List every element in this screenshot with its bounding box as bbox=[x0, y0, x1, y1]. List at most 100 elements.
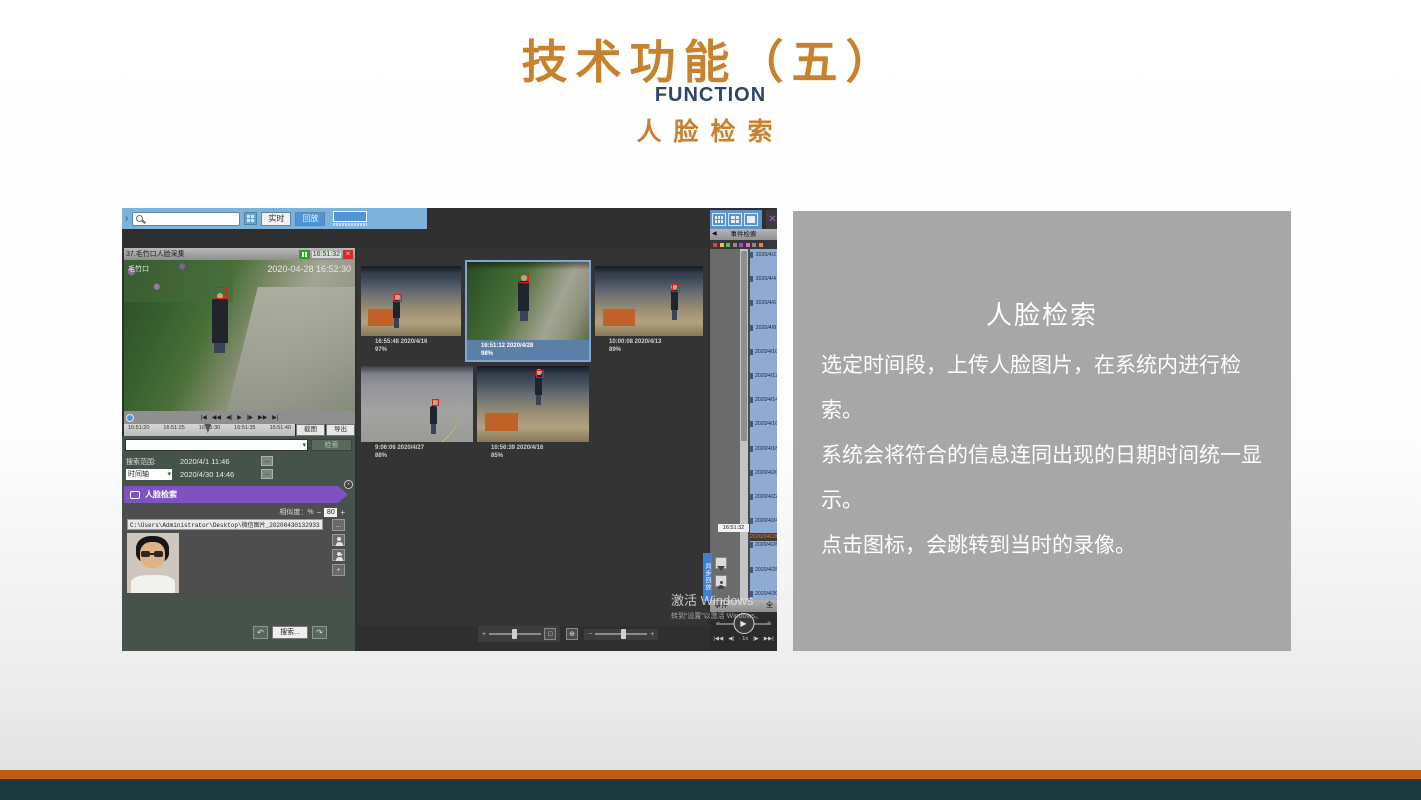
event-dot-green[interactable] bbox=[726, 243, 730, 247]
undo-button[interactable]: ↶ bbox=[253, 626, 268, 639]
player-last-button[interactable]: ▶▶| bbox=[764, 636, 774, 642]
transport-step-back-button[interactable]: ◀| bbox=[226, 414, 232, 421]
player-speed-label[interactable]: · 1x bbox=[739, 636, 748, 642]
slide-subtitle: FUNCTION bbox=[0, 84, 1421, 107]
start-date-picker-button[interactable]: ... bbox=[261, 456, 273, 466]
search-panel: 检索 搜索范围: 时间轴 2020/4/1 11:46 ... 2020/4/3… bbox=[122, 436, 355, 651]
live-mode-button[interactable]: 实时 bbox=[261, 212, 291, 226]
transport-step-forward-button[interactable]: |▶ bbox=[247, 414, 253, 421]
close-icon[interactable]: × bbox=[343, 250, 353, 259]
zoom-out-label[interactable]: + bbox=[482, 631, 486, 638]
event-tab[interactable]: 事件 bbox=[714, 600, 728, 612]
timeline-ruler[interactable]: 16:51:20 16:51:25 16:51:30 16:51:35 16:5… bbox=[124, 424, 295, 436]
timeline-zoom-slider[interactable] bbox=[595, 633, 647, 635]
thumbnail-size-slider[interactable] bbox=[489, 633, 541, 635]
tools-close-icon[interactable]: ✕ bbox=[766, 210, 777, 229]
event-dot-yellow[interactable] bbox=[720, 243, 724, 247]
layout-grid-button[interactable] bbox=[244, 212, 257, 225]
result-thumbnail[interactable]: 16:55:48 2020/4/16 97% bbox=[361, 266, 461, 356]
transport-rewind-button[interactable]: ◀◀ bbox=[212, 414, 221, 421]
event-dot-orange[interactable] bbox=[759, 243, 763, 247]
timeline-zoom-in-label[interactable]: + bbox=[650, 631, 654, 638]
start-datetime-value[interactable]: 2020/4/1 11:46 bbox=[180, 457, 258, 466]
face-search-person-button[interactable] bbox=[332, 534, 345, 546]
tick-label: 16:51:35 bbox=[234, 425, 255, 436]
tick-label: 16:51:25 bbox=[163, 425, 184, 436]
grid-9-view-icon[interactable] bbox=[712, 213, 726, 226]
description-panel: 人脸检索 选定时间段，上传人脸图片，在系统内进行检索。 系统会将符合的信息连同出… bbox=[793, 211, 1291, 651]
event-dot-red[interactable] bbox=[713, 243, 717, 247]
event-type-legend bbox=[710, 240, 777, 249]
speed-minus-mark: − bbox=[716, 620, 720, 627]
result-time: 16:51:12 2020/4/28 bbox=[481, 342, 589, 350]
clock-icon bbox=[126, 414, 134, 422]
banner-close-icon[interactable]: × bbox=[344, 480, 353, 489]
collapse-icon[interactable]: ◀ bbox=[712, 229, 717, 240]
camera-thumbnail-tile[interactable] bbox=[333, 211, 367, 226]
filter-button[interactable] bbox=[715, 557, 727, 569]
playback-mode-button[interactable]: 回放 bbox=[295, 212, 325, 226]
person-filter-button[interactable] bbox=[715, 575, 727, 587]
end-datetime-value[interactable]: 2020/4/30 14:46 bbox=[180, 470, 258, 479]
sync-playback-tab[interactable]: 同步回放 bbox=[703, 553, 712, 601]
player-step-forward-button[interactable]: |▶ bbox=[753, 636, 759, 642]
fit-button[interactable]: □ bbox=[544, 628, 556, 640]
result-thumbnail-selected[interactable]: 16:51:12 2020/4/28 98% bbox=[465, 260, 591, 362]
video-frame[interactable]: 毛竹口 2020-04-28 16:52:30 bbox=[124, 260, 355, 411]
similarity-decrease-button[interactable]: − bbox=[317, 508, 322, 517]
date-label: 2020/4/4 bbox=[750, 276, 776, 282]
result-thumbnail[interactable]: 10:00:08 2020/4/13 89% bbox=[595, 266, 703, 356]
face-image-path-input[interactable] bbox=[127, 519, 323, 530]
redo-button[interactable]: ↷ bbox=[312, 626, 327, 639]
transport-play-button[interactable]: ▶ bbox=[237, 414, 242, 421]
snapshot-button[interactable]: 截图 bbox=[296, 424, 325, 436]
scrollbar-thumb[interactable] bbox=[741, 251, 747, 441]
timeline-mode-dropdown[interactable]: 时间轴 bbox=[126, 469, 172, 480]
similarity-increase-button[interactable]: + bbox=[340, 508, 345, 517]
player-step-back-button[interactable]: ◀| bbox=[728, 636, 734, 642]
description-line-1: 选定时间段，上传人脸图片，在系统内进行检索。 bbox=[821, 343, 1267, 433]
grid-4-view-icon[interactable] bbox=[728, 213, 742, 226]
result-thumbnail[interactable]: 9:06:06 2020/4/27 88% bbox=[361, 366, 473, 462]
single-view-icon[interactable] bbox=[744, 213, 758, 226]
search-go-button[interactable]: 检索 bbox=[311, 439, 352, 451]
play-button[interactable]: ▶ bbox=[733, 613, 754, 634]
end-date-picker-button[interactable]: ... bbox=[261, 469, 273, 479]
date-label: 2020/4/10 bbox=[750, 349, 776, 355]
timeline-marker-date: 2020/04/28 bbox=[750, 533, 777, 541]
video-current-time: 16:51:32 bbox=[312, 251, 341, 258]
export-button[interactable]: 导出 bbox=[326, 424, 355, 436]
bottom-search-button[interactable]: 搜索... bbox=[272, 626, 308, 639]
result-time: 16:55:48 2020/4/16 bbox=[375, 338, 461, 346]
transport-fast-forward-button[interactable]: ▶▶ bbox=[258, 414, 267, 421]
timeline-marker-time: 16:51:32 bbox=[718, 524, 749, 532]
result-thumbnail[interactable]: 10:56:39 2020/4/16 85% bbox=[477, 366, 589, 462]
camera-select-dropdown[interactable] bbox=[125, 439, 308, 451]
timeline-scrollbar[interactable] bbox=[740, 249, 748, 600]
face-search-banner[interactable]: 人脸检索 bbox=[124, 486, 348, 503]
transport-first-button[interactable]: |◀ bbox=[201, 414, 207, 421]
player-first-button[interactable]: |◀◀ bbox=[713, 636, 723, 642]
date-ruler[interactable]: 2020/4/2 2020/4/4 2020/4/6 2020/4/8 2020… bbox=[750, 249, 777, 600]
center-view-button[interactable]: ⊕ bbox=[566, 628, 578, 640]
all-tab[interactable]: 全 bbox=[766, 600, 773, 612]
event-timeline-sidebar: ◀ 事件检索 2020/4/2 2020/4/4 2020/4/6 bbox=[710, 229, 777, 600]
event-dot-pink[interactable] bbox=[746, 243, 750, 247]
add-person-button[interactable]: + bbox=[332, 549, 345, 561]
date-label: 2020/4/14 bbox=[750, 397, 776, 403]
search-input[interactable] bbox=[132, 212, 240, 226]
result-time: 10:56:39 2020/4/16 bbox=[491, 444, 589, 452]
similarity-value[interactable]: 80 bbox=[324, 508, 337, 517]
funnel-icon bbox=[717, 566, 725, 571]
event-dot-purple[interactable] bbox=[739, 243, 743, 247]
uploaded-face-photo[interactable] bbox=[127, 533, 179, 593]
browse-file-button[interactable]: ... bbox=[332, 519, 345, 531]
chevron-right-icon[interactable]: › bbox=[125, 213, 128, 224]
timeline-zoom-out-label[interactable]: − bbox=[588, 631, 592, 638]
date-label: 2020/4/24 bbox=[750, 518, 776, 524]
event-dot-gray[interactable] bbox=[733, 243, 737, 247]
add-image-button[interactable]: + bbox=[332, 564, 345, 576]
transport-last-button[interactable]: ▶| bbox=[272, 414, 278, 421]
event-dot-gray2[interactable] bbox=[752, 243, 756, 247]
pause-icon[interactable] bbox=[299, 250, 310, 259]
